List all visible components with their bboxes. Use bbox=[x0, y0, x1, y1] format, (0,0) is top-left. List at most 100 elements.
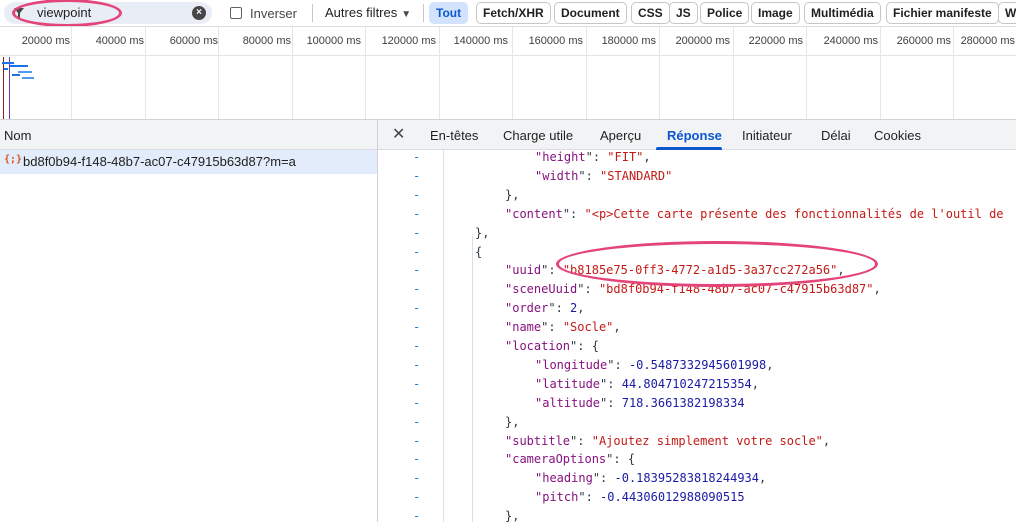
type-filter-fetch-xhr[interactable]: Fetch/XHR bbox=[476, 2, 551, 24]
tick-label: 280000 ms bbox=[960, 35, 1015, 47]
invert-checkbox[interactable]: Inverser bbox=[230, 5, 297, 21]
code-content: }, bbox=[505, 188, 519, 202]
type-filter-document[interactable]: Document bbox=[554, 2, 627, 24]
fold-marker[interactable]: - bbox=[413, 226, 420, 240]
fold-marker[interactable]: - bbox=[413, 188, 420, 202]
fetch-request-icon: {;} bbox=[4, 154, 23, 165]
fold-marker[interactable]: - bbox=[413, 207, 420, 221]
json-key: order bbox=[512, 301, 549, 316]
tab-cookies[interactable]: Cookies bbox=[874, 128, 921, 143]
tick-label: 260000 ms bbox=[896, 35, 951, 47]
fold-marker[interactable]: - bbox=[413, 509, 420, 522]
type-filter-manifest[interactable]: Fichier manifeste bbox=[886, 2, 999, 24]
grid-line bbox=[365, 27, 366, 120]
fold-marker[interactable]: - bbox=[413, 282, 420, 296]
response-viewer[interactable]: - "height": "FIT", - "width": "STANDARD" -},… bbox=[378, 150, 1016, 522]
fold-marker[interactable]: - bbox=[413, 415, 420, 429]
tab-payload[interactable]: Charge utile bbox=[503, 128, 573, 143]
json-key: pitch bbox=[542, 490, 579, 505]
request-name[interactable]: bd8f0b94-f148-48b7-ac07-c47915b63d87?m=a bbox=[23, 154, 296, 169]
grid-line bbox=[218, 27, 219, 120]
name-column-header[interactable]: Nom bbox=[0, 120, 377, 150]
json-value: "Socle" bbox=[562, 320, 614, 335]
fold-marker[interactable]: - bbox=[413, 169, 420, 183]
code-content: "name": "Socle", bbox=[505, 320, 621, 335]
close-circle-icon[interactable]: × bbox=[192, 6, 206, 20]
code-line: - "altitude": 718.3661382198334 bbox=[378, 396, 1016, 415]
code-content: "content": "<p>Cette carte présente des … bbox=[505, 206, 1004, 221]
fold-marker[interactable]: - bbox=[413, 358, 420, 372]
more-filters-label: Autres filtres bbox=[325, 5, 398, 20]
tick-label: 180000 ms bbox=[601, 35, 656, 47]
code-content: }, bbox=[505, 509, 519, 522]
fold-marker[interactable]: - bbox=[413, 434, 420, 448]
code-line: -{ bbox=[378, 245, 1016, 264]
fold-marker[interactable]: - bbox=[413, 471, 420, 485]
code-content: { bbox=[475, 245, 482, 259]
grid-line bbox=[953, 27, 954, 120]
json-bracket: }, bbox=[505, 509, 520, 522]
code-line: -}, bbox=[378, 415, 1016, 434]
waterfall-bar bbox=[12, 74, 20, 76]
fold-marker[interactable]: - bbox=[413, 301, 420, 315]
type-filter-css[interactable]: CSS bbox=[631, 2, 670, 24]
network-timeline[interactable]: 20000 ms 40000 ms 60000 ms 80000 ms 1000… bbox=[0, 26, 1016, 120]
fold-marker[interactable]: - bbox=[413, 490, 420, 504]
fold-marker[interactable]: - bbox=[413, 150, 420, 164]
fold-marker[interactable]: - bbox=[413, 320, 420, 334]
tick-label: 240000 ms bbox=[823, 35, 878, 47]
json-value: "<p>Cette carte présente des fonctionnal… bbox=[584, 206, 1004, 221]
grid-line bbox=[586, 27, 587, 120]
grid-line bbox=[806, 27, 807, 120]
type-filter-media[interactable]: Multimédia bbox=[804, 2, 881, 24]
fold-marker[interactable]: - bbox=[413, 377, 420, 391]
code-content: }, bbox=[475, 226, 489, 240]
fold-marker[interactable]: - bbox=[413, 396, 420, 410]
code-line: - "uuid": "b8185e75-0ff3-4772-a1d5-3a37cc… bbox=[378, 263, 1016, 282]
json-value: { bbox=[627, 452, 636, 467]
waterfall-bar bbox=[18, 71, 32, 73]
filter-input[interactable]: viewpoint × bbox=[4, 2, 212, 24]
json-key: heading bbox=[542, 471, 593, 486]
tick-label: 220000 ms bbox=[748, 35, 803, 47]
divider bbox=[423, 4, 424, 22]
fold-marker[interactable]: - bbox=[413, 452, 420, 466]
json-value: "Ajoutez simplement votre socle" bbox=[591, 433, 823, 448]
tab-headers[interactable]: En-têtes bbox=[430, 128, 478, 143]
grid-line bbox=[512, 27, 513, 120]
type-filter-font[interactable]: Police bbox=[700, 2, 750, 24]
invert-checkbox-box[interactable] bbox=[230, 7, 242, 19]
code-content: "order": 2, bbox=[505, 301, 585, 316]
fold-marker[interactable]: - bbox=[413, 245, 420, 259]
code-line: - "height": "FIT", bbox=[378, 150, 1016, 169]
tick-label: 120000 ms bbox=[381, 35, 436, 47]
more-filters-dropdown[interactable]: Autres filtres ▼ bbox=[325, 5, 411, 20]
json-value: -0.44306012988090515 bbox=[600, 490, 745, 505]
type-filter-ws[interactable]: W bbox=[998, 2, 1016, 24]
code-line: - "latitude": 44.804710247215354, bbox=[378, 377, 1016, 396]
json-key: longitude bbox=[542, 357, 608, 372]
json-value: "STANDARD" bbox=[600, 168, 673, 183]
type-filter-all[interactable]: Tout bbox=[429, 2, 469, 24]
request-row[interactable]: {;} bd8f0b94-f148-48b7-ac07-c47915b63d87… bbox=[0, 150, 377, 174]
grid-line bbox=[145, 27, 146, 120]
tab-preview[interactable]: Aperçu bbox=[600, 128, 641, 143]
tab-timing[interactable]: Délai bbox=[821, 128, 851, 143]
code-line: - "pitch": -0.44306012988090515 bbox=[378, 490, 1016, 509]
fold-marker[interactable]: - bbox=[413, 263, 420, 277]
code-line: - "width": "STANDARD" bbox=[378, 169, 1016, 188]
code-line: - "subtitle": "Ajoutez simplement votre s… bbox=[378, 434, 1016, 453]
grid-line bbox=[292, 27, 293, 120]
waterfall-bar bbox=[4, 68, 8, 70]
filter-input-value[interactable]: viewpoint bbox=[37, 5, 91, 20]
json-value: 718.3661382198334 bbox=[621, 395, 745, 410]
tab-response[interactable]: Réponse bbox=[667, 128, 722, 143]
tab-initiator[interactable]: Initiateur bbox=[742, 128, 792, 143]
type-filter-js[interactable]: JS bbox=[669, 2, 698, 24]
close-icon[interactable]: ✕ bbox=[392, 124, 405, 144]
json-value: "b8185e75-0ff3-4772-a1d5-3a37cc272a56" bbox=[562, 263, 838, 278]
request-details: ✕ En-têtes Charge utile Aperçu Réponse I… bbox=[378, 120, 1016, 522]
fold-marker[interactable]: - bbox=[413, 339, 420, 353]
type-filter-image[interactable]: Image bbox=[751, 2, 800, 24]
code-content: "latitude": 44.804710247215354, bbox=[535, 376, 759, 391]
